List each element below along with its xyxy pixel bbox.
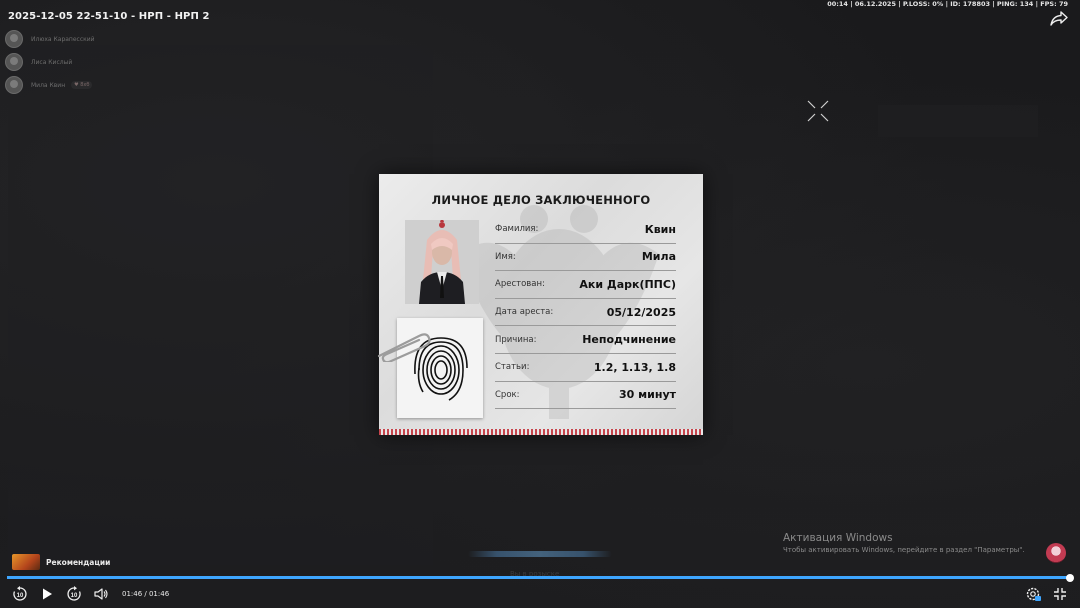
avatar[interactable]	[1046, 543, 1066, 563]
player-list: Илюха Карапесский Лиса Кислый Мила Квин …	[5, 28, 95, 97]
progress-handle[interactable]	[1066, 573, 1074, 582]
player-badge: ♥ 8хб	[71, 81, 93, 89]
prisoner-file-card: ЛИЧНОЕ ДЕЛО ЗАКЛЮЧЕННОГО Фамилия: Квин И…	[377, 174, 703, 435]
share-button[interactable]	[1050, 10, 1068, 26]
progress-bar[interactable]	[7, 573, 1074, 582]
volume-icon	[94, 588, 108, 600]
field-value: Квин	[644, 222, 676, 236]
field-row-arrest-date: Дата ареста: 05/12/2025	[495, 299, 676, 327]
field-row-surname: Фамилия: Квин	[495, 216, 676, 244]
play-button[interactable]	[38, 585, 56, 603]
field-value: 05/12/2025	[606, 305, 676, 319]
card-perforated-edge	[379, 429, 703, 435]
recommendations-button[interactable]: Рекомендации	[12, 554, 110, 570]
svg-text:10: 10	[71, 593, 78, 599]
fields-list: Фамилия: Квин Имя: Мила Арестован: Аки Д…	[495, 216, 676, 410]
field-label: Имя:	[495, 251, 516, 262]
field-label: Срок:	[495, 389, 520, 400]
field-value: 1.2, 1.13, 1.8	[593, 360, 676, 374]
fullscreen-exit-icon	[1054, 588, 1066, 600]
watermark-subtitle: Чтобы активировать Windows, перейдите в …	[783, 546, 1025, 554]
avatar	[5, 30, 23, 48]
field-value: Мила	[641, 250, 676, 264]
settings-icon	[1026, 587, 1041, 601]
field-value: Неподчинение	[582, 333, 676, 347]
rewind-10-icon: 10	[13, 586, 27, 601]
background-panel	[8, 45, 433, 565]
share-icon	[1050, 11, 1068, 26]
field-label: Статьи:	[495, 362, 530, 373]
field-label: Фамилия:	[495, 224, 539, 235]
hud-glow-bar	[468, 551, 612, 557]
time-display: 01:46 / 01:46	[122, 590, 170, 598]
background-panel	[878, 105, 1038, 137]
player-name: Мила Квин	[31, 81, 66, 89]
field-row-name: Имя: Мила	[495, 244, 676, 272]
player-name: Илюха Карапесский	[31, 35, 95, 43]
forward-10-button[interactable]: 10	[65, 585, 83, 603]
field-value: Аки Дарк(ППС)	[579, 277, 676, 291]
paperclip-icon	[377, 333, 431, 362]
windows-activation-watermark: Активация Windows Чтобы активировать Win…	[783, 532, 1025, 554]
field-value: 30 минут	[619, 388, 676, 402]
card-title: ЛИЧНОЕ ДЕЛО ЗАКЛЮЧЕННОГО	[431, 193, 651, 207]
hud-stats: 00:14 | 06.12.2025 | P.LOSS: 0% | ID: 17…	[827, 0, 1068, 8]
field-label: Причина:	[495, 334, 537, 345]
field-row-articles: Статьи: 1.2, 1.13, 1.8	[495, 354, 676, 382]
rewind-10-button[interactable]: 10	[11, 585, 29, 603]
player-item: Мила Квин ♥ 8хб	[5, 74, 95, 96]
field-label: Дата ареста:	[495, 307, 554, 318]
prisoner-photo	[405, 220, 479, 304]
recommendations-label: Рекомендации	[46, 557, 111, 567]
avatar	[5, 76, 23, 94]
crosshair-icon	[807, 100, 829, 122]
fullscreen-exit-button[interactable]	[1051, 585, 1069, 603]
volume-button[interactable]	[92, 585, 110, 603]
field-label: Арестован:	[495, 279, 545, 290]
field-row-reason: Причина: Неподчинение	[495, 326, 676, 354]
forward-10-icon: 10	[67, 586, 81, 601]
svg-text:10: 10	[17, 593, 24, 599]
player-name: Лиса Кислый	[31, 58, 73, 66]
field-row-arrested-by: Арестован: Аки Дарк(ППС)	[495, 271, 676, 299]
recommendations-thumbnail	[12, 554, 40, 570]
settings-button[interactable]	[1024, 585, 1042, 603]
player-item: Илюха Карапесский	[5, 28, 95, 50]
play-icon	[43, 588, 52, 600]
field-row-term: Срок: 30 минут	[495, 382, 676, 410]
video-title: 2025-12-05 22-51-10 - НРП - НРП 2	[8, 11, 210, 22]
player-item: Лиса Кислый	[5, 51, 95, 73]
watermark-title: Активация Windows	[783, 532, 893, 544]
player-controls: 10 10 01:46 / 01:46	[0, 584, 1080, 606]
prisoner-portrait-icon	[405, 220, 479, 304]
progress-fill	[7, 576, 1070, 579]
avatar	[5, 53, 23, 71]
